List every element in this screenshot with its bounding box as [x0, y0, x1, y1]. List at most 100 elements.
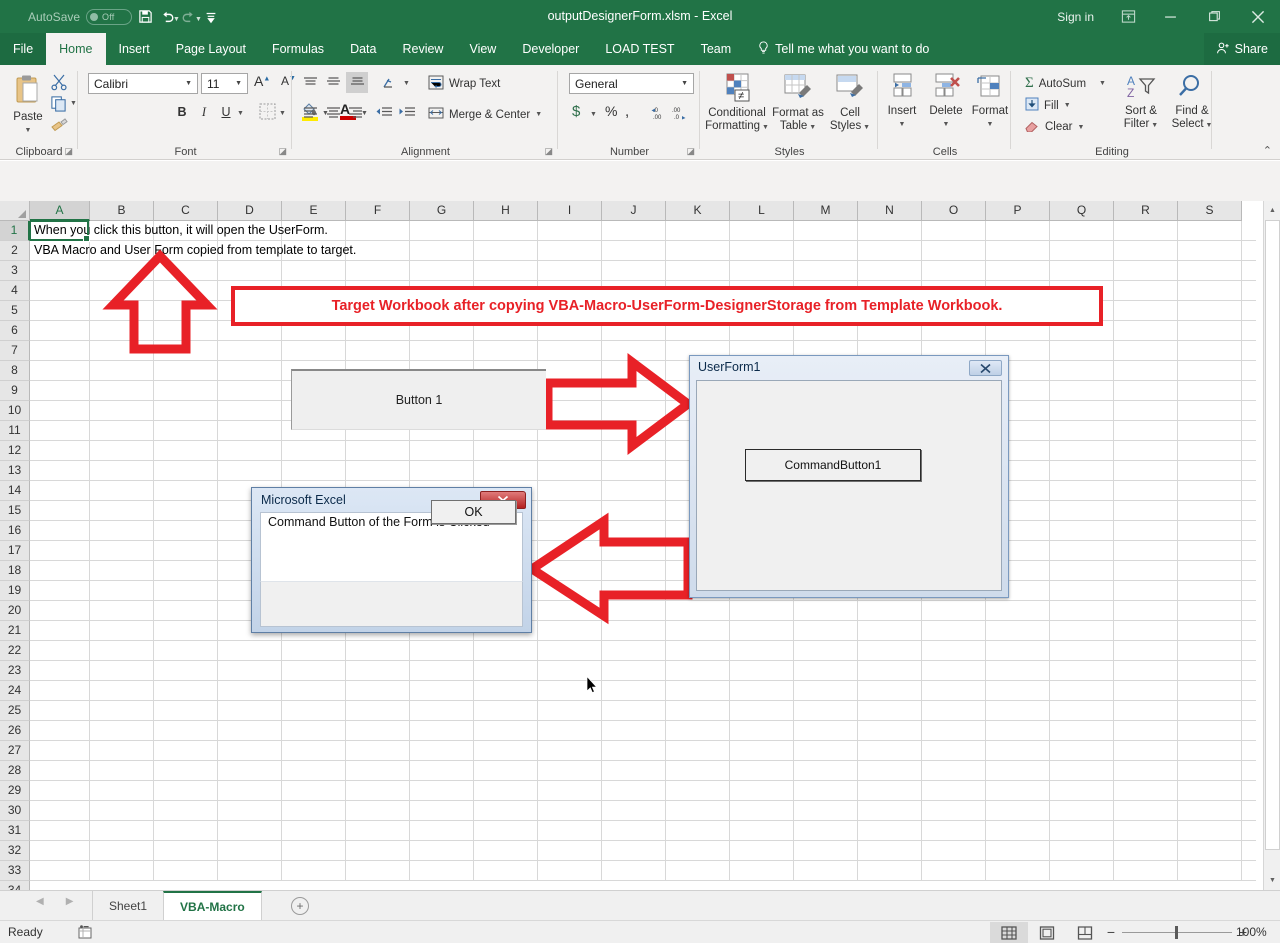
insert-cells-dropdown-icon[interactable]: ▼	[881, 118, 923, 131]
record-macro-icon[interactable]	[78, 925, 93, 942]
tab-data[interactable]: Data	[337, 33, 389, 65]
number-format-combo[interactable]: General ▼	[569, 73, 694, 94]
zoom-control[interactable]: − +	[1100, 924, 1254, 940]
column-header-I[interactable]: I	[538, 201, 602, 221]
tab-review[interactable]: Review	[389, 33, 456, 65]
underline-dropdown-icon[interactable]: ▼	[237, 110, 244, 117]
column-header-A[interactable]: A	[30, 201, 90, 221]
scroll-up-icon[interactable]: ▲	[1265, 202, 1280, 219]
zoom-slider-track[interactable]	[1122, 925, 1232, 939]
row-header-24[interactable]: 24	[0, 681, 30, 701]
tell-me-search[interactable]: Tell me what you want to do	[744, 33, 929, 65]
row-header-31[interactable]: 31	[0, 821, 30, 841]
column-header-D[interactable]: D	[218, 201, 282, 221]
accounting-dropdown-icon[interactable]: ▼	[590, 111, 597, 118]
share-button[interactable]: Share	[1203, 33, 1280, 65]
sort-filter-dropdown-icon[interactable]: ▼	[1149, 122, 1158, 129]
row-header-22[interactable]: 22	[0, 641, 30, 661]
fill-dropdown-icon[interactable]: ▼	[1064, 102, 1071, 109]
row-header-9[interactable]: 9	[0, 381, 30, 401]
save-icon[interactable]	[132, 0, 158, 33]
form-control-button-1[interactable]: Button 1	[291, 369, 546, 430]
percent-format-button[interactable]: %	[605, 103, 617, 119]
tab-page-layout[interactable]: Page Layout	[163, 33, 259, 65]
row-header-1[interactable]: 1	[0, 221, 30, 241]
clear-dropdown-icon[interactable]: ▼	[1077, 124, 1084, 131]
wrap-text-button[interactable]: Wrap Text	[428, 75, 500, 93]
format-as-table-button[interactable]: Format as Table ▼	[767, 73, 829, 134]
cell-A2[interactable]: VBA Macro and User Form copied from temp…	[34, 241, 356, 260]
autosum-dropdown-icon[interactable]: ▼	[1099, 80, 1106, 87]
row-header-5[interactable]: 5	[0, 301, 30, 321]
align-middle-button[interactable]	[325, 75, 342, 93]
find-select-button[interactable]: Find & Select ▼	[1167, 73, 1217, 132]
message-box-window[interactable]: Microsoft Excel Command Button of the Fo…	[251, 487, 532, 633]
increase-indent-button[interactable]	[398, 105, 416, 123]
undo-dropdown-icon[interactable]: ▼	[173, 16, 180, 23]
column-header-B[interactable]: B	[90, 201, 154, 221]
message-box-ok-button[interactable]: OK	[431, 500, 516, 524]
align-center-button[interactable]	[325, 105, 342, 123]
fill-button[interactable]: Fill ▼	[1025, 97, 1071, 114]
increase-decimal-button[interactable]: .0.00	[649, 105, 667, 124]
row-header-2[interactable]: 2	[0, 241, 30, 261]
clear-button[interactable]: Clear ▼	[1025, 119, 1084, 135]
minimize-icon[interactable]	[1148, 0, 1192, 33]
row-header-19[interactable]: 19	[0, 581, 30, 601]
font-dialog-launcher[interactable]: ◪	[278, 146, 287, 157]
close-icon[interactable]	[1236, 0, 1280, 33]
add-sheet-button[interactable]: +	[291, 897, 309, 915]
row-header-7[interactable]: 7	[0, 341, 30, 361]
row-header-25[interactable]: 25	[0, 701, 30, 721]
row-header-27[interactable]: 27	[0, 741, 30, 761]
tab-file[interactable]: File	[0, 33, 47, 65]
row-header-23[interactable]: 23	[0, 661, 30, 681]
previous-sheet-icon[interactable]: ◀	[36, 896, 44, 907]
align-bottom-button[interactable]	[346, 72, 368, 93]
sort-filter-button[interactable]: AZ Sort & Filter ▼	[1117, 73, 1165, 132]
column-header-P[interactable]: P	[986, 201, 1050, 221]
borders-button[interactable]	[259, 103, 276, 123]
cell-styles-button[interactable]: Cell Styles ▼	[825, 73, 875, 134]
column-header-J[interactable]: J	[602, 201, 666, 221]
row-header-30[interactable]: 30	[0, 801, 30, 821]
userform-close-icon[interactable]	[969, 360, 1002, 376]
zoom-slider-thumb[interactable]	[1175, 925, 1178, 939]
column-header-Q[interactable]: Q	[1050, 201, 1114, 221]
column-header-H[interactable]: H	[474, 201, 538, 221]
row-header-29[interactable]: 29	[0, 781, 30, 801]
format-cells-dropdown-icon[interactable]: ▼	[969, 118, 1011, 131]
format-painter-button[interactable]	[50, 117, 68, 136]
increase-font-size-button[interactable]: A▲	[254, 73, 270, 89]
cell-styles-dropdown-icon[interactable]: ▼	[861, 124, 870, 131]
column-header-G[interactable]: G	[410, 201, 474, 221]
tab-home[interactable]: Home	[46, 33, 106, 65]
align-right-button[interactable]	[347, 105, 364, 123]
insert-cells-button[interactable]: Insert ▼	[881, 73, 923, 131]
zoom-out-button[interactable]: −	[1100, 924, 1122, 940]
delete-cells-button[interactable]: Delete ▼	[924, 73, 968, 131]
row-header-8[interactable]: 8	[0, 361, 30, 381]
column-header-R[interactable]: R	[1114, 201, 1178, 221]
row-header-13[interactable]: 13	[0, 461, 30, 481]
select-all-button[interactable]	[0, 201, 30, 221]
row-header-28[interactable]: 28	[0, 761, 30, 781]
column-header-E[interactable]: E	[282, 201, 346, 221]
delete-cells-dropdown-icon[interactable]: ▼	[924, 118, 968, 131]
page-layout-view-icon[interactable]	[1028, 922, 1066, 943]
format-as-table-dropdown-icon[interactable]: ▼	[807, 124, 816, 131]
tab-view[interactable]: View	[456, 33, 509, 65]
merge-center-dropdown-icon[interactable]: ▼	[535, 111, 542, 118]
row-header-17[interactable]: 17	[0, 541, 30, 561]
row-header-32[interactable]: 32	[0, 841, 30, 861]
tab-team[interactable]: Team	[688, 33, 745, 65]
paste-dropdown-icon[interactable]: ▼	[6, 124, 50, 137]
column-header-K[interactable]: K	[666, 201, 730, 221]
column-header-O[interactable]: O	[922, 201, 986, 221]
decrease-decimal-button[interactable]: .00.0	[671, 105, 689, 124]
copy-dropdown-icon[interactable]: ▼	[70, 100, 77, 107]
row-header-34[interactable]: 34	[0, 881, 30, 890]
row-header-12[interactable]: 12	[0, 441, 30, 461]
format-cells-button[interactable]: Format ▼	[969, 73, 1011, 131]
accounting-format-button[interactable]: $	[572, 103, 580, 120]
